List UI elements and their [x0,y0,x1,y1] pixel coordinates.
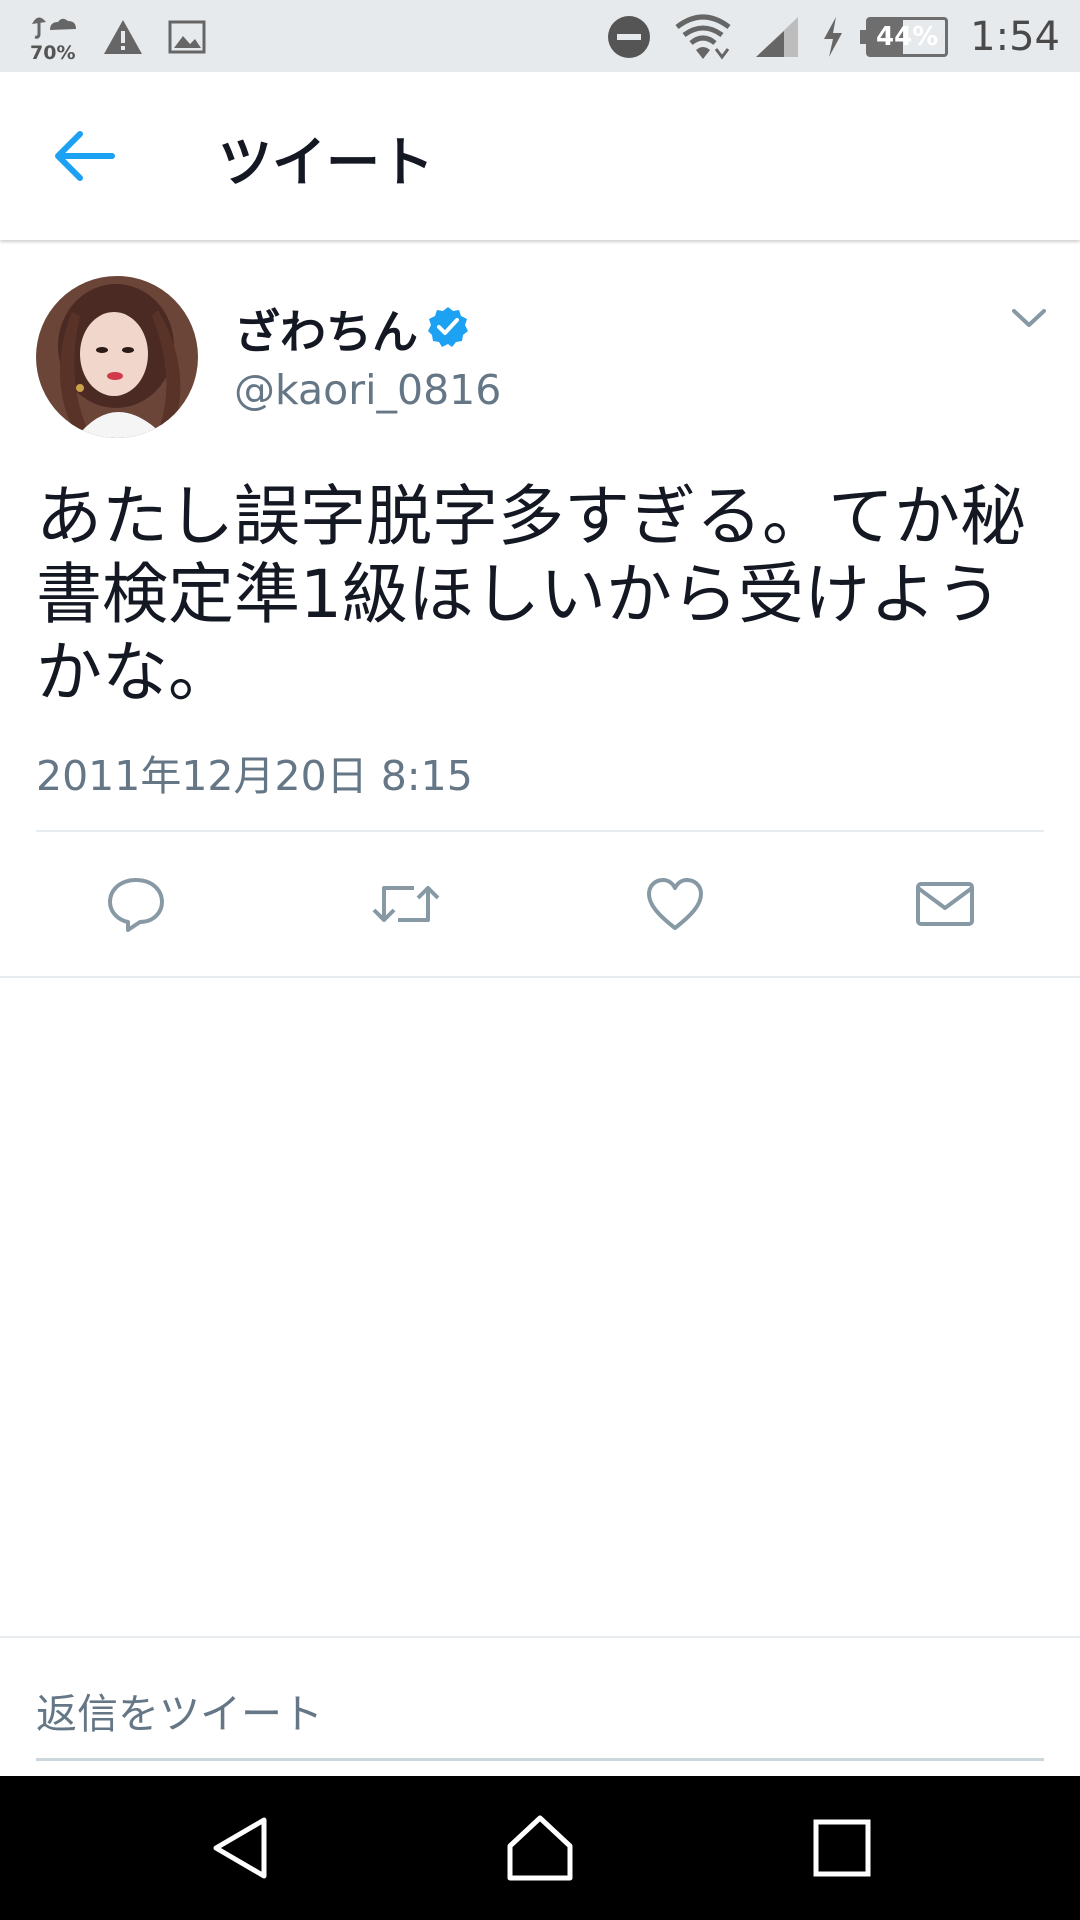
direct-message-button[interactable] [914,874,976,934]
back-icon [213,1817,267,1879]
reply-bar-divider [0,1636,1080,1638]
nav-home-button[interactable] [504,1812,576,1884]
image-icon [168,20,206,54]
home-icon [507,1815,573,1881]
reply-button[interactable] [104,874,168,934]
like-icon [647,878,703,930]
like-button[interactable] [643,874,707,934]
nav-recents-button[interactable] [806,1812,878,1884]
tweet-text: あたし誤字脱字多すぎる。てか秘書検定準1級ほしいから受けようかな。 [36,478,1026,711]
chevron-down-icon [1012,309,1046,327]
user-handle[interactable]: @kaori_0816 [234,366,501,414]
app-header: ツイート [0,72,1080,240]
cell-signal-icon [756,17,799,57]
tweet-timestamp[interactable]: 2011年12月20日 8:15 [36,742,473,802]
display-name[interactable]: ざわちん [234,296,418,362]
warning-icon [104,20,142,54]
battery-icon: 44% [860,17,949,57]
divider [0,976,1080,978]
avatar-image [36,276,198,438]
back-arrow-icon [55,131,115,181]
umbrella-cloud-icon [32,17,76,39]
battery-percent: 44% [876,22,939,52]
verified-badge-icon [428,307,468,347]
reply-input[interactable]: 返信をツイート [36,1680,323,1740]
tweet-options-button[interactable] [1010,306,1048,332]
reply-input-underline [36,1758,1044,1761]
status-right-icons: 44% 1:54 [606,10,1060,64]
retweet-button[interactable] [370,874,442,934]
tweet-actions [0,832,1080,976]
clock: 1:54 [970,14,1060,60]
charging-icon [824,17,843,57]
battery-nub [860,30,867,44]
status-bar: 70% 44% 1:54 [0,0,1080,72]
reply-icon [108,878,164,932]
do-not-disturb-icon [608,16,651,58]
weather-indicator: 70% [28,10,78,64]
recents-icon [813,1819,871,1877]
page-title: ツイート [218,131,434,194]
nav-back-button[interactable] [204,1812,276,1884]
avatar[interactable] [36,276,198,438]
weather-text: 70% [30,42,76,64]
back-button[interactable] [50,126,120,186]
wifi-icon [675,14,731,60]
direct-message-icon [916,882,974,926]
status-left-icons: 70% [28,10,206,64]
retweet-icon [372,886,440,922]
system-navigation-bar [0,1776,1080,1920]
